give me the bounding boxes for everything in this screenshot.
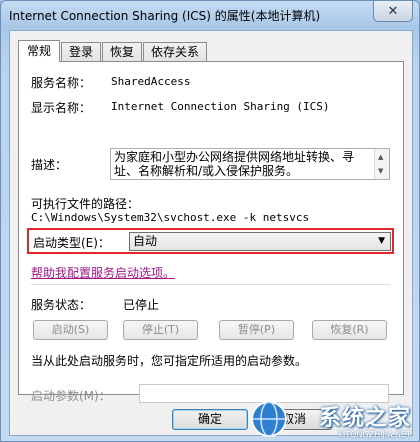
display-name-label: 显示名称： — [31, 101, 92, 115]
close-button[interactable]: ✕ — [373, 1, 413, 22]
start-button[interactable]: 启动(S) — [33, 320, 108, 340]
display-name-value: Internet Connection Sharing (ICS) — [111, 100, 330, 113]
watermark-brand: 系统之家 — [318, 406, 411, 431]
scroll-up-icon[interactable]: ▲ — [378, 150, 383, 164]
tab-dependencies[interactable]: 依存关系 — [143, 42, 208, 61]
pause-button[interactable]: 暂停(P) — [219, 320, 294, 340]
watermark-logo: 系统之家 XITONGZHIJIA.NET — [249, 397, 419, 441]
close-icon: ✕ — [387, 3, 399, 19]
globe-icon — [251, 401, 287, 437]
dropdown-arrow-icon: ▼ — [378, 236, 385, 246]
service-status-label: 服务状态： — [31, 298, 92, 312]
exe-path-label: 可执行文件的路径： — [31, 197, 140, 211]
start-params-label: 启动参数(M)： — [31, 389, 111, 403]
dialog-client-area: 常规 登录 恢复 依存关系 服务名称： SharedAccess 显示名称： I… — [9, 30, 413, 436]
scroll-down-icon[interactable]: ▼ — [378, 164, 383, 178]
startup-type-select[interactable]: 自动 ▼ — [129, 232, 391, 251]
tab-recovery[interactable]: 恢复 — [102, 42, 143, 61]
description-text: 为家庭和小型办公网络提供网络地址转换、寻址、名称解析和/或入侵保护服务。 — [114, 150, 355, 178]
window-title: Internet Connection Sharing (ICS) 的属性(本地… — [9, 9, 321, 23]
service-name-value: SharedAccess — [111, 75, 191, 88]
startup-type-label: 启动类型(E)： — [33, 236, 110, 250]
start-params-hint: 当从此处启动服务时，您可指定所适用的启动参数。 — [31, 354, 308, 368]
properties-dialog: Internet Connection Sharing (ICS) 的属性(本地… — [0, 0, 420, 442]
resume-button[interactable]: 恢复(R) — [312, 320, 387, 340]
service-name-label: 服务名称： — [31, 76, 92, 90]
divider — [31, 284, 391, 286]
general-tab-panel: 服务名称： SharedAccess 显示名称： Internet Connec… — [18, 61, 404, 403]
stop-button[interactable]: 停止(T) — [123, 320, 198, 340]
ok-button[interactable]: 确定 — [172, 409, 248, 430]
startup-type-value: 自动 — [133, 234, 158, 248]
tab-logon[interactable]: 登录 — [61, 42, 102, 61]
service-status-value: 已停止 — [123, 298, 160, 312]
tab-bar: 常规 登录 恢复 依存关系 — [18, 40, 208, 62]
description-box[interactable]: 为家庭和小型办公网络提供网络地址转换、寻址、名称解析和/或入侵保护服务。 ▲ ▼ — [110, 148, 390, 180]
help-configure-link[interactable]: 帮助我配置服务启动选项。 — [31, 264, 175, 281]
tab-general[interactable]: 常规 — [18, 40, 61, 62]
description-scrollbar[interactable]: ▲ ▼ — [374, 149, 389, 179]
watermark-url: XITONGZHIJIA.NET — [337, 430, 411, 439]
exe-path-value: C:\Windows\System32\svchost.exe -k netsv… — [31, 211, 310, 224]
description-label: 描述： — [31, 158, 68, 172]
